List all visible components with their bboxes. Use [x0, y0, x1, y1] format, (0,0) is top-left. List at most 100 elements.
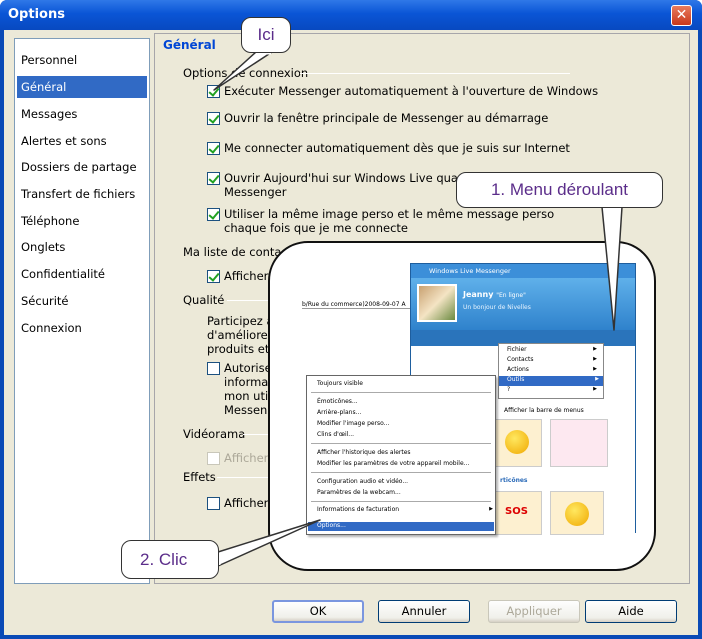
checkbox-label-line: chaque fois que je me connecte — [224, 221, 408, 235]
cancel-button[interactable]: Annuler — [378, 600, 470, 623]
callout-menu-deroulant: 1. Menu déroulant — [456, 172, 663, 208]
sos-emoticon-icon: SOS — [505, 506, 528, 517]
title-bar: Options ✕ — [0, 0, 702, 30]
checkbox-row[interactable]: Exécuter Messenger automatiquement à l'o… — [207, 84, 598, 98]
checkbox[interactable] — [207, 452, 220, 465]
menu-item-outils[interactable]: Outils ▶ — [499, 376, 603, 386]
menu-item-actions[interactable]: Actions ▶ — [507, 366, 601, 376]
emoticon-face-icon — [565, 502, 589, 526]
tools-context-menu: Toujours visible Émoticônes... Arrière-p… — [306, 375, 496, 535]
sidebar-item-onglets[interactable]: Onglets — [17, 236, 147, 258]
browser-address: b/Rue du commerce)2008-09-07 A — [302, 301, 412, 309]
menu-separator — [311, 443, 491, 444]
menu-item-fichier[interactable]: Fichier ▶ — [507, 346, 601, 356]
checkbox-label-line: Ouvrir Aujourd'hui sur Windows Live quan… — [224, 171, 480, 185]
sidebar-item-general[interactable]: Général — [17, 76, 147, 98]
sidebar-item-messages[interactable]: Messages — [17, 103, 147, 125]
callout-ici: Ici — [241, 17, 291, 53]
callout-clic: 2. Clic — [121, 540, 219, 579]
menu-item-aide[interactable]: ? ▶ — [507, 386, 601, 396]
checkbox-label: Exécuter Messenger automatiquement à l'o… — [224, 84, 599, 98]
menu-item-label: Contacts — [507, 356, 534, 363]
menu-item-label: ? — [507, 386, 511, 393]
emoticon-face-icon — [505, 430, 529, 454]
menu-item[interactable]: Informations de facturation ▶ — [317, 506, 493, 513]
emoticon-tile: SOS — [492, 491, 542, 535]
messenger-username: Jeanny "En ligne" — [463, 290, 526, 299]
menu-item[interactable]: Modifier l'image perso... — [317, 420, 389, 427]
checkbox[interactable] — [207, 208, 220, 221]
group-effets-label: Effets — [183, 470, 216, 484]
tutorial-inset: b/Rue du commerce)2008-09-07 A Windows L… — [268, 241, 656, 571]
sidebar-item-alertes[interactable]: Alertes et sons — [17, 130, 147, 152]
menu-item-label: Informations de facturation — [317, 506, 400, 513]
checkbox-label-line: Messenger — [224, 185, 287, 199]
checkbox[interactable] — [207, 142, 220, 155]
submenu-arrow-icon: ▶ — [489, 506, 493, 512]
menu-item[interactable]: Paramètres de la webcam... — [317, 489, 401, 496]
sidebar-item-securite[interactable]: Sécurité — [17, 290, 147, 312]
checkbox-row[interactable]: Ouvrir Aujourd'hui sur Windows Live quan… — [207, 171, 479, 199]
checkbox-label: Me connecter automatiquement dès que je … — [224, 141, 570, 155]
menu-item-options[interactable]: Options... — [308, 522, 494, 531]
checkbox[interactable] — [207, 270, 220, 283]
group-divider — [243, 434, 271, 435]
main-menu-dropdown: Fichier ▶ Contacts ▶ Actions ▶ Outils ▶ ? ▶ — [498, 343, 604, 399]
show-menubar-item[interactable]: Afficher la barre de menus — [498, 407, 602, 414]
checkbox[interactable] — [207, 172, 220, 185]
menu-item-contacts[interactable]: Contacts ▶ — [507, 356, 601, 366]
checkbox-row[interactable]: Afficher l — [207, 496, 275, 510]
group-divider — [300, 73, 570, 74]
menu-item-label: Actions — [507, 366, 529, 373]
emoticons-section-label: rticônes — [500, 477, 528, 484]
category-list[interactable]: Personnel Général Messages Alertes et so… — [14, 38, 150, 584]
menu-item[interactable]: Configuration audio et vidéo... — [317, 478, 408, 485]
sidebar-item-connexion[interactable]: Connexion — [17, 317, 147, 339]
sidebar-item-personnel[interactable]: Personnel — [17, 49, 147, 71]
messenger-personal-message: Un bonjour de Nivelles — [463, 304, 531, 311]
checkbox-row[interactable]: Afficher l — [207, 451, 275, 465]
group-connexion-label: Options de connexion — [183, 66, 309, 80]
submenu-arrow-icon: ▶ — [593, 356, 597, 362]
group-divider — [217, 477, 271, 478]
emoticon-tile — [490, 419, 542, 467]
checkbox-label-line: Utiliser la même image perso et le même … — [224, 207, 555, 221]
sidebar-item-telephone[interactable]: Téléphone — [17, 210, 147, 232]
avatar — [417, 284, 457, 322]
checkbox[interactable] — [207, 362, 220, 375]
menu-item[interactable]: Clins d'œil... — [317, 431, 354, 438]
submenu-arrow-icon: ▶ — [593, 366, 597, 372]
help-button[interactable]: Aide — [585, 600, 677, 623]
sidebar-item-confidentialite[interactable]: Confidentialité — [17, 263, 147, 285]
checkbox-row[interactable]: Me connecter automatiquement dès que je … — [207, 141, 570, 155]
checkbox-label: Ouvrir Aujourd'hui sur Windows Live quan… — [224, 171, 479, 199]
sidebar-item-transfert[interactable]: Transfert de fichiers — [17, 183, 147, 205]
checkbox[interactable] — [207, 112, 220, 125]
menu-item[interactable]: Afficher l'historique des alertes — [317, 449, 411, 456]
submenu-arrow-icon: ▶ — [593, 386, 597, 392]
menu-item[interactable]: Arrière-plans... — [317, 409, 361, 416]
apply-button[interactable]: Appliquer — [488, 600, 580, 623]
menu-separator — [311, 501, 491, 502]
checkbox[interactable] — [207, 497, 220, 510]
menu-item-label: Outils — [507, 376, 525, 383]
checkbox[interactable] — [207, 85, 220, 98]
submenu-arrow-icon: ▶ — [593, 346, 597, 352]
submenu-arrow-icon: ▶ — [595, 376, 599, 382]
group-qualite-label: Qualité — [183, 293, 225, 307]
emoticon-tile — [550, 491, 604, 535]
sidebar-item-dossiers[interactable]: Dossiers de partage — [17, 156, 147, 178]
menu-separator — [311, 392, 491, 393]
close-icon[interactable]: ✕ — [671, 5, 692, 26]
panel-title: Général — [163, 38, 216, 52]
menu-separator — [311, 472, 491, 473]
window-title: Options — [8, 7, 65, 22]
ok-button[interactable]: OK — [272, 600, 364, 623]
menu-item[interactable]: Toujours visible — [317, 380, 363, 387]
menu-item[interactable]: Émoticônes... — [317, 398, 358, 405]
checkbox-row[interactable]: Ouvrir la fenêtre principale de Messenge… — [207, 111, 548, 125]
group-divider — [227, 300, 271, 301]
username-text: Jeanny — [463, 290, 494, 299]
checkbox-row[interactable]: Utiliser la même image perso et le même … — [207, 207, 554, 235]
menu-item[interactable]: Modifier les paramètres de votre apparei… — [317, 460, 469, 467]
